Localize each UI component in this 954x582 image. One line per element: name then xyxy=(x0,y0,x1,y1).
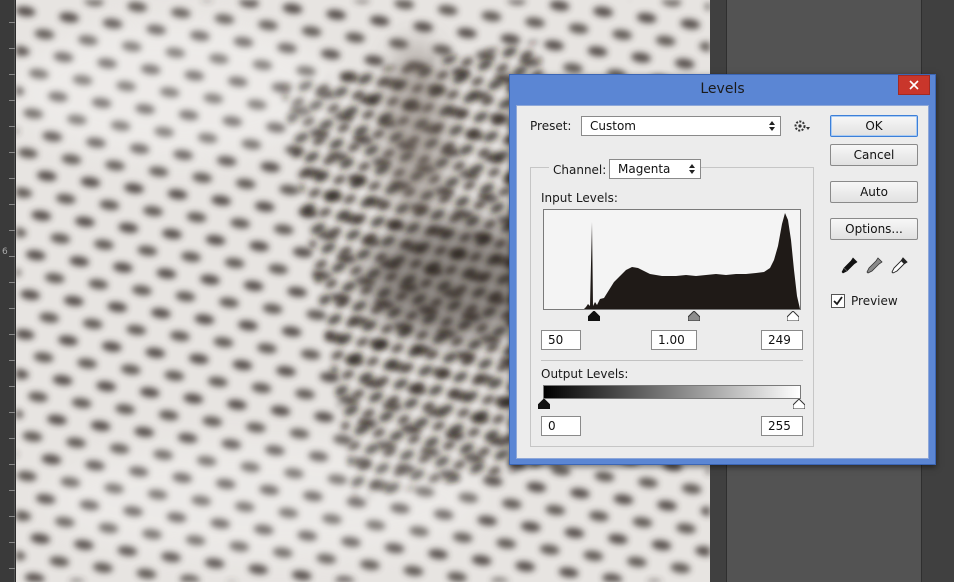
histogram xyxy=(543,209,801,310)
ruler-tick xyxy=(9,386,15,387)
ruler-tick xyxy=(9,48,15,49)
channel-select[interactable]: Magenta xyxy=(609,159,701,179)
output-gradient-bar xyxy=(543,385,801,399)
ruler-tick xyxy=(9,256,15,257)
white-eyedropper-icon[interactable] xyxy=(889,256,909,276)
ruler-label: 6 xyxy=(2,247,8,257)
ruler-tick xyxy=(9,22,15,23)
input-gamma-field[interactable]: 1.00 xyxy=(651,330,697,350)
options-button[interactable]: Options... xyxy=(830,218,918,240)
output-white-slider[interactable] xyxy=(793,399,805,409)
preview-checkbox[interactable] xyxy=(831,294,845,308)
ruler-tick xyxy=(9,100,15,101)
ruler-tick xyxy=(9,438,15,439)
checkmark-icon xyxy=(833,296,843,306)
select-arrows-icon xyxy=(689,164,695,174)
ruler-tick xyxy=(9,230,15,231)
ruler-tick xyxy=(9,516,15,517)
select-arrows-icon xyxy=(769,121,775,131)
output-black-slider[interactable] xyxy=(538,399,550,409)
levels-dialog: Levels Preset: Custom OK Cancel Auto Opt… xyxy=(509,74,936,465)
ruler-tick xyxy=(9,464,15,465)
ruler-tick xyxy=(9,360,15,361)
section-divider xyxy=(541,360,803,361)
ruler-tick xyxy=(9,152,15,153)
vertical-ruler: 6 xyxy=(0,0,15,582)
black-eyedropper-icon[interactable] xyxy=(839,256,859,276)
ruler-tick xyxy=(9,412,15,413)
output-black-field[interactable]: 0 xyxy=(541,416,581,436)
input-black-field[interactable]: 50 xyxy=(541,330,581,350)
input-gamma-slider[interactable] xyxy=(688,311,700,321)
output-white-field[interactable]: 255 xyxy=(761,416,803,436)
dialog-title-bar[interactable]: Levels xyxy=(510,75,935,105)
preset-select[interactable]: Custom xyxy=(581,116,781,136)
ruler-tick xyxy=(9,282,15,283)
gear-icon[interactable] xyxy=(793,118,811,134)
ruler-tick xyxy=(9,542,15,543)
ruler-tick xyxy=(9,126,15,127)
channel-label: Channel: xyxy=(549,163,611,177)
input-levels-label: Input Levels: xyxy=(541,191,618,205)
cancel-button[interactable]: Cancel xyxy=(830,144,918,166)
gray-eyedropper-icon[interactable] xyxy=(864,256,884,276)
close-icon xyxy=(909,80,919,90)
preset-value: Custom xyxy=(590,119,636,133)
ruler-tick xyxy=(9,178,15,179)
input-black-slider[interactable] xyxy=(588,311,600,321)
channel-value: Magenta xyxy=(618,162,671,176)
output-levels-label: Output Levels: xyxy=(541,367,629,381)
auto-button[interactable]: Auto xyxy=(830,181,918,203)
ruler-tick xyxy=(9,74,15,75)
close-button[interactable] xyxy=(898,75,930,95)
ok-button[interactable]: OK xyxy=(830,115,918,137)
dialog-content: Preset: Custom OK Cancel Auto Options... xyxy=(516,105,929,459)
preview-label: Preview xyxy=(851,294,898,308)
histogram-graph xyxy=(544,213,800,309)
ruler-tick xyxy=(9,490,15,491)
ruler-tick xyxy=(9,308,15,309)
ruler-tick xyxy=(9,204,15,205)
dialog-title: Levels xyxy=(700,81,745,97)
input-white-field[interactable]: 249 xyxy=(761,330,803,350)
input-white-slider[interactable] xyxy=(787,311,799,321)
preset-label: Preset: xyxy=(530,119,572,133)
ruler-tick xyxy=(9,568,15,569)
ruler-tick xyxy=(9,334,15,335)
